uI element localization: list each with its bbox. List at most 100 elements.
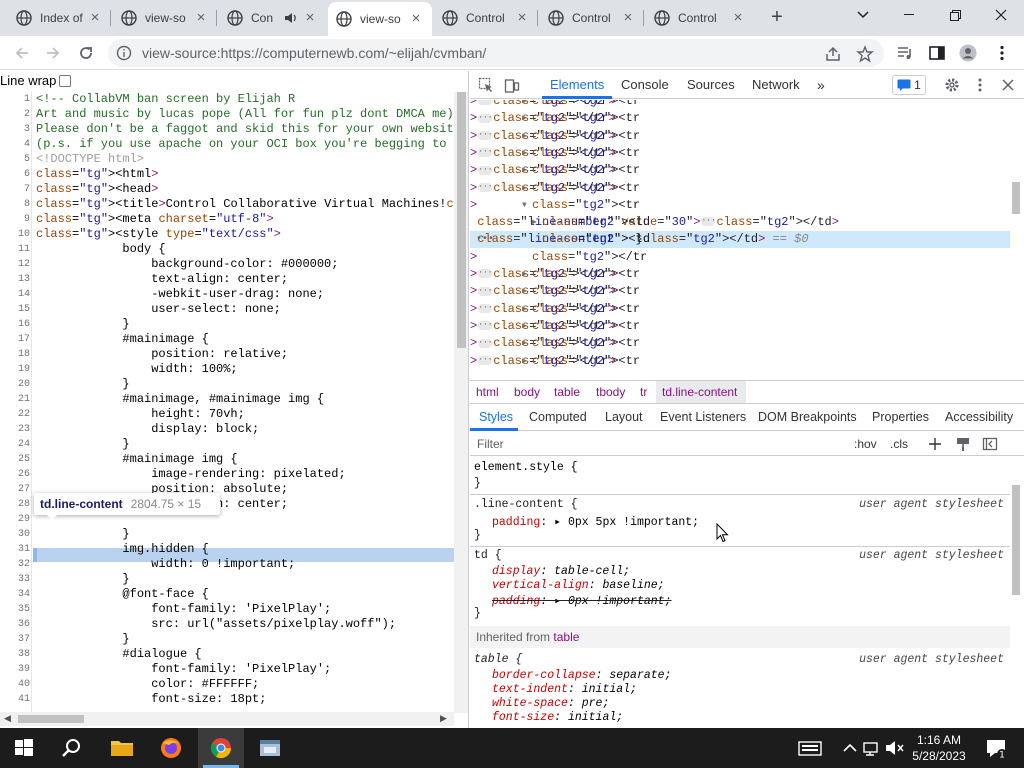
rule-selector[interactable]: td { — [474, 549, 502, 562]
dom-node[interactable]: ▶class="tg2"><tr>···class="tg2"></tr> — [470, 318, 1010, 335]
close-tab-icon[interactable]: × — [302, 10, 318, 26]
kebab-menu-icon[interactable] — [972, 77, 988, 93]
subtab-computed[interactable]: Computed — [529, 410, 587, 424]
expand-toggle-icon[interactable]: ▶ — [522, 335, 527, 352]
dom-node[interactable]: ▶class="tg2"><tr>···class="tg2"></tr> — [470, 145, 1010, 162]
minimize-button[interactable] — [886, 0, 932, 30]
dom-node[interactable]: ▶class="tg2"><tr>···class="tg2"></tr> — [470, 110, 1010, 127]
expand-toggle-icon[interactable]: ▶ — [522, 145, 527, 162]
address-bar[interactable]: view-source:https://computernewb.com/~el… — [108, 39, 884, 67]
file-explorer-icon[interactable] — [108, 734, 136, 762]
dom-node[interactable]: class="tg2"></tr > — [470, 249, 1010, 266]
more-tabs-button[interactable]: » — [817, 71, 825, 99]
dom-node[interactable]: ▶class="tg2"><tr>···class="tg2"></tr> — [470, 266, 1010, 283]
toggle-sidebar-icon[interactable] — [982, 436, 998, 452]
breadcrumb-item[interactable]: table — [554, 385, 580, 399]
source-horizontal-scrollbar[interactable]: ◀ ▶ — [0, 712, 454, 726]
subtab-styles[interactable]: Styles — [479, 410, 513, 424]
css-property-overridden[interactable]: padding: ▸ 0px !important; — [492, 593, 671, 608]
speaker-icon[interactable] — [284, 11, 298, 25]
kebab-menu-icon[interactable] — [993, 44, 1011, 62]
devtools-tab-console[interactable]: Console — [621, 71, 669, 99]
inspect-element-icon[interactable] — [478, 77, 494, 93]
breadcrumb-item[interactable]: body — [514, 385, 540, 399]
expand-toggle-icon[interactable]: ▶ — [522, 100, 527, 110]
expand-toggle-icon[interactable]: ▶ — [522, 266, 527, 283]
dom-node-selected[interactable]: ••• class="tg2"><td class="line-content">… — [470, 231, 1010, 249]
expand-toggle-icon[interactable]: ▶ — [532, 214, 537, 231]
css-property[interactable]: vertical-align: baseline; — [492, 579, 665, 592]
dom-node[interactable]: ▶class="tg2"><tr>···class="tg2"></tr> — [470, 301, 1010, 318]
forward-button[interactable] — [40, 40, 66, 66]
subtab-accessibility[interactable]: Accessibility — [945, 410, 1013, 424]
dom-node[interactable]: ▶ class="tg2"><td class="line-number" val… — [470, 214, 1010, 231]
browser-tab-6[interactable]: Control × — [646, 2, 754, 34]
close-tab-icon[interactable]: × — [408, 11, 424, 27]
scrollbar-thumb[interactable] — [1012, 485, 1020, 595]
devtools-tab-sources[interactable]: Sources — [687, 71, 735, 99]
line-wrap-toggle[interactable]: Line wrap — [0, 73, 72, 88]
expand-toggle-icon[interactable]: ▶ — [522, 180, 527, 197]
back-button[interactable] — [9, 40, 35, 66]
subtab-dom-breakpoints[interactable]: DOM Breakpoints — [758, 410, 857, 424]
subtab-event-listeners[interactable]: Event Listeners — [660, 410, 746, 424]
volume-muted-icon[interactable] — [880, 734, 908, 762]
browser-tab-0[interactable]: Index of × — [8, 2, 111, 34]
restore-button[interactable] — [932, 0, 978, 30]
keyboard-icon[interactable] — [796, 734, 824, 762]
reload-button[interactable] — [73, 40, 99, 66]
expand-toggle-icon[interactable]: ▶ — [522, 162, 527, 179]
css-property[interactable]: text-indent: initial; — [492, 683, 637, 696]
side-panel-icon[interactable] — [928, 44, 946, 62]
css-property[interactable]: padding: ▸ 0px 5px !important; — [492, 514, 699, 529]
search-icon[interactable] — [58, 734, 86, 762]
settings-gear-icon[interactable] — [944, 77, 960, 93]
devtools-tab-elements[interactable]: Elements — [550, 71, 604, 99]
rule-selector[interactable]: .line-content { — [474, 498, 578, 511]
filter-input[interactable]: Filter — [477, 437, 504, 451]
dom-scrollbar[interactable] — [1008, 100, 1024, 380]
new-tab-button[interactable]: + — [766, 6, 788, 28]
browser-tab-5[interactable]: Control × — [540, 2, 644, 34]
dom-node[interactable]: ▶class="tg2"><tr>···class="tg2"></tr> — [470, 283, 1010, 300]
expand-toggle-icon[interactable]: ▶ — [522, 353, 527, 370]
subtab-layout[interactable]: Layout — [605, 410, 643, 424]
css-property[interactable]: display: table-cell; — [492, 565, 630, 578]
source-vertical-scrollbar[interactable] — [454, 92, 468, 713]
close-tab-icon[interactable]: × — [730, 10, 746, 26]
device-toolbar-icon[interactable] — [504, 77, 520, 93]
close-tab-icon[interactable]: × — [193, 10, 209, 26]
expand-toggle-icon[interactable]: ▶ — [522, 110, 527, 127]
scrollbar-thumb[interactable] — [457, 92, 466, 348]
expand-toggle-icon[interactable]: ▶ — [522, 283, 527, 300]
browser-tab-1[interactable]: view-so × — [113, 2, 217, 34]
expand-toggle-icon[interactable]: ▶ — [522, 301, 527, 318]
rule-selector[interactable]: table { — [474, 653, 522, 666]
browser-tab-4[interactable]: Control × — [434, 2, 538, 34]
expand-toggle-icon[interactable]: ▶ — [522, 318, 527, 335]
breadcrumb-item[interactable]: html — [476, 385, 499, 399]
styles-scrollbar[interactable] — [1008, 457, 1024, 728]
close-window-button[interactable] — [978, 0, 1024, 30]
paint-roller-icon[interactable] — [955, 436, 971, 452]
tab-search-button[interactable] — [840, 0, 886, 30]
share-icon[interactable] — [824, 45, 842, 63]
expand-toggle-icon[interactable]: ▼ — [522, 197, 527, 214]
browser-tab-3[interactable]: view-so × — [328, 2, 432, 36]
scroll-left-icon[interactable]: ◀ — [4, 713, 11, 724]
devtools-tab-network[interactable]: Network — [752, 71, 800, 99]
system-clock[interactable]: 1:16 AM 5/28/2023 — [908, 732, 970, 764]
close-tab-icon[interactable]: × — [87, 10, 103, 26]
breadcrumb-item[interactable]: tr — [640, 385, 647, 399]
url-text[interactable]: view-source:https://computernewb.com/~el… — [142, 45, 486, 61]
dom-node[interactable]: ▶class="tg2"><tr>···class="tg2"></tr> — [470, 128, 1010, 145]
hov-toggle[interactable]: :hov — [854, 437, 877, 451]
close-devtools-icon[interactable] — [1000, 77, 1016, 93]
close-tab-icon[interactable]: × — [514, 10, 530, 26]
css-property[interactable]: white-space: pre; — [492, 697, 609, 710]
ellipsis-menu-icon[interactable]: ••• — [476, 231, 494, 248]
dom-node[interactable]: ▼ class="tg2"><tr > — [470, 197, 1010, 214]
issues-badge[interactable]: 1 — [892, 75, 926, 95]
dom-node[interactable]: ▶class="tg2"><tr>···class="tg2"></tr> — [470, 335, 1010, 352]
windows-start-icon[interactable] — [10, 734, 38, 762]
